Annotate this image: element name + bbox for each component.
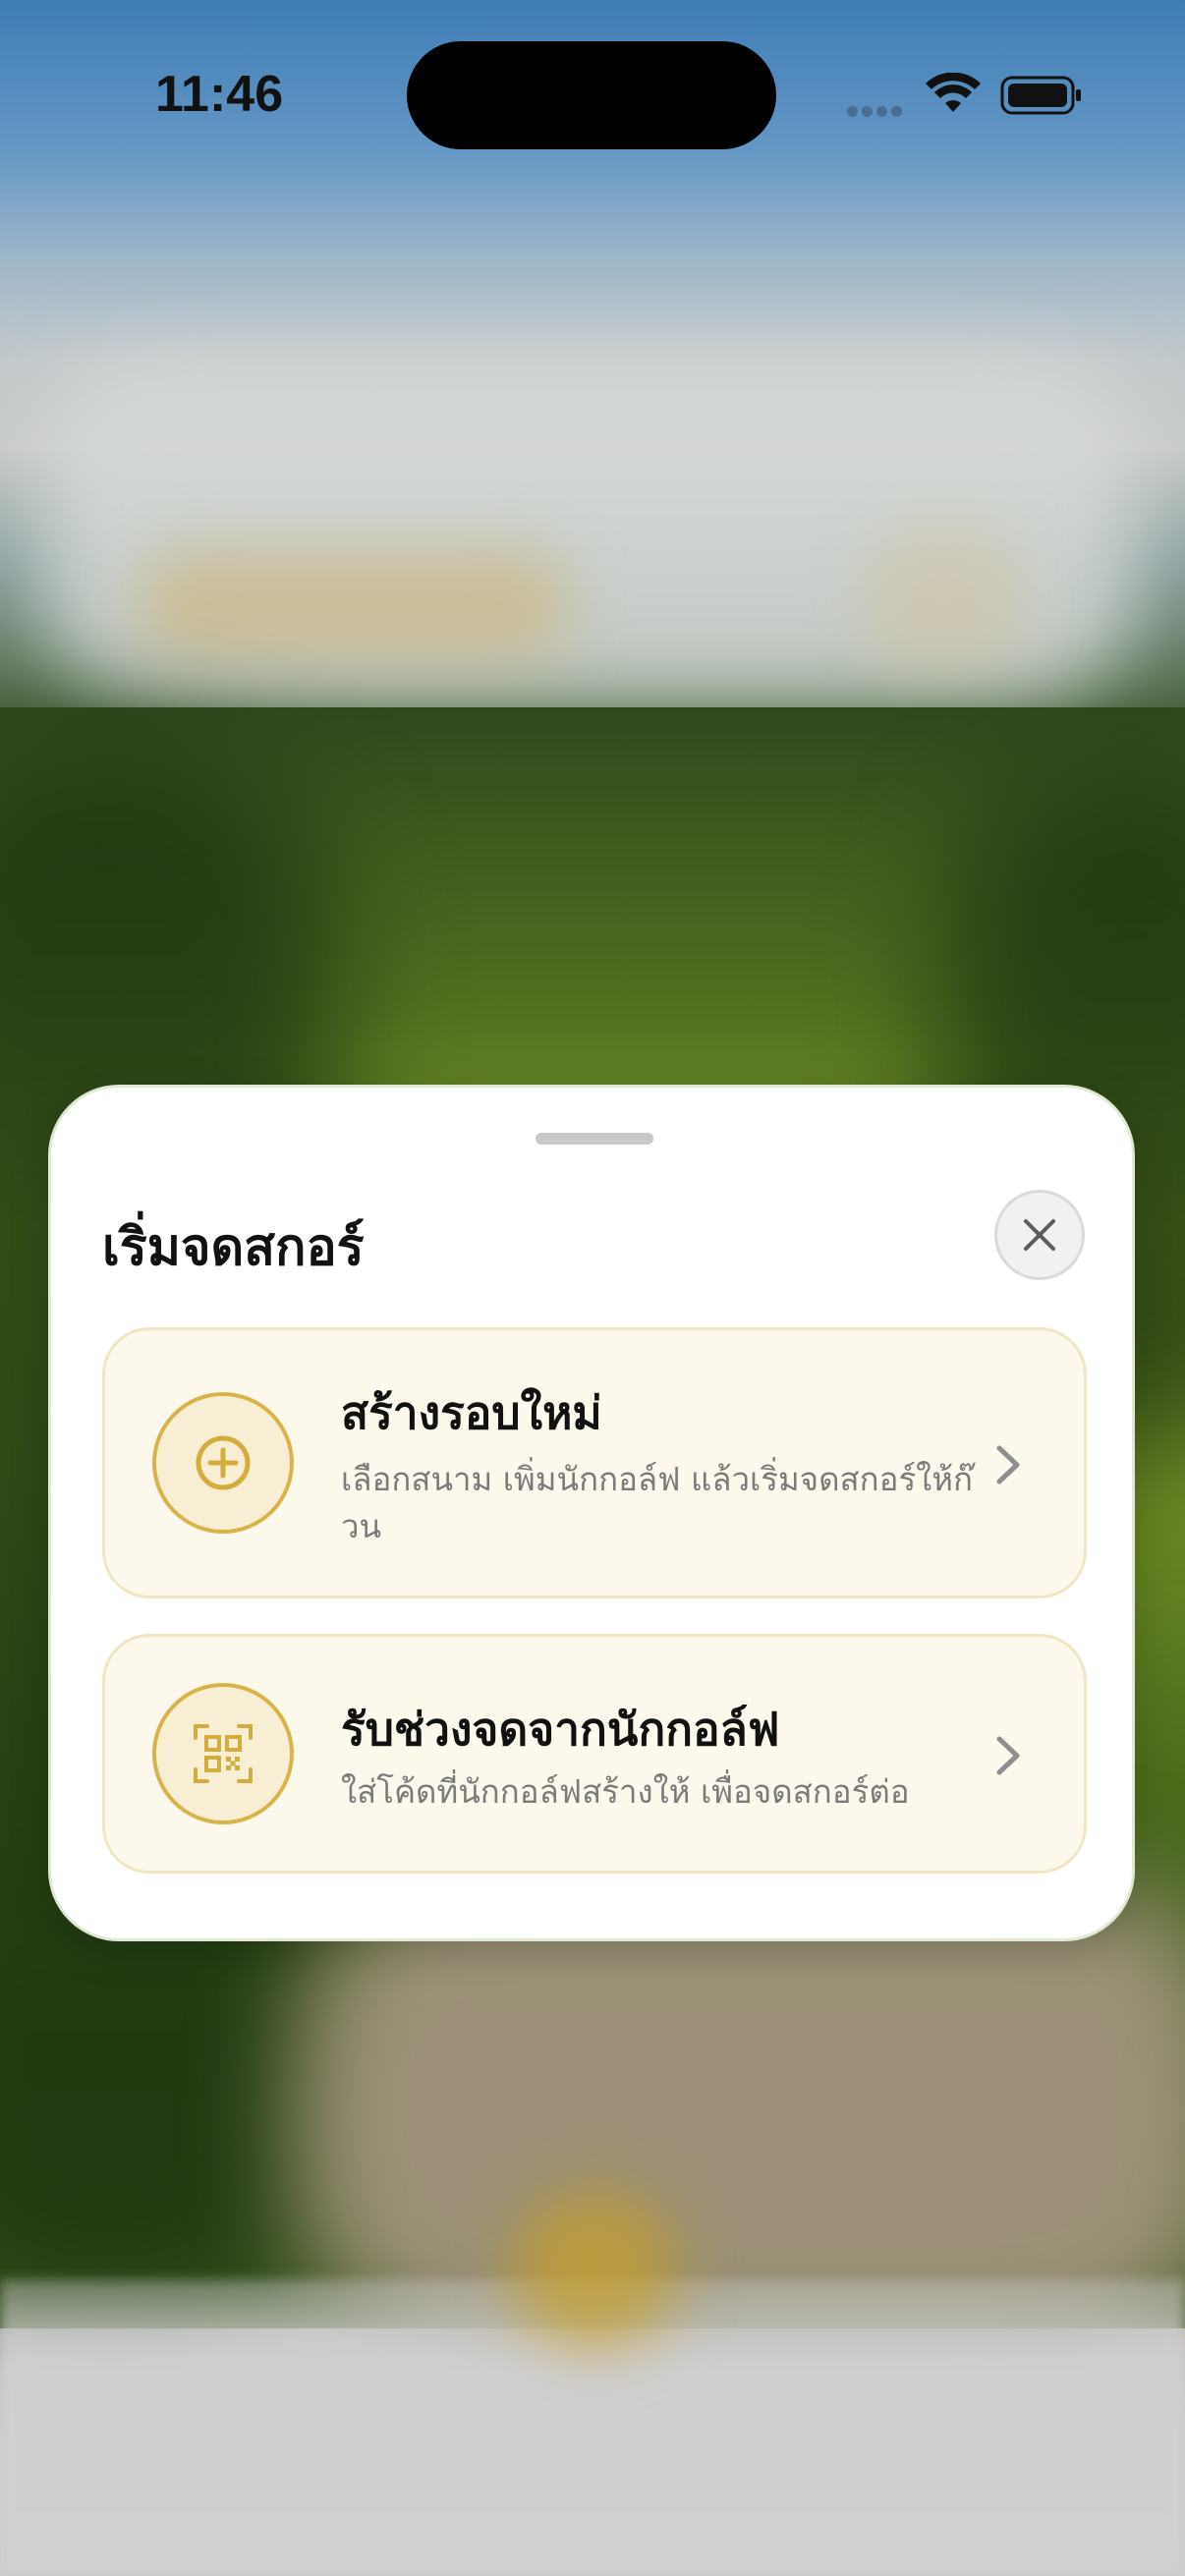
qr-code-icon xyxy=(152,1683,294,1824)
close-icon xyxy=(1024,1219,1055,1251)
create-new-round-option[interactable]: สร้างรอบใหม่ เลือกสนาม เพิ่มนักกอล์ฟ แล้… xyxy=(102,1327,1087,1598)
close-button[interactable] xyxy=(994,1190,1085,1280)
start-scoring-sheet: เริ่มจดสกอร์ สร้างรอบใหม่ เลือกสนาม เพิ่… xyxy=(48,1085,1135,1941)
option-description: ใส่โค้ดที่นักกอล์ฟสร้างให้ เพื่อจดสกอร์ต… xyxy=(341,1772,910,1811)
screen: 11:46 เริ่มจดสกอร์ สร้างรอบใหม่ เลือกสนา… xyxy=(0,0,1185,2576)
cellular-signal-icon xyxy=(847,102,908,117)
background-tab-center-button xyxy=(511,2191,678,2348)
chevron-right-icon xyxy=(996,1445,1020,1484)
option-title: รับช่วงจดจากนักกอล์ฟ xyxy=(341,1703,780,1756)
dynamic-island xyxy=(407,41,776,149)
chevron-right-icon xyxy=(996,1736,1020,1775)
option-title: สร้างรอบใหม่ xyxy=(341,1386,602,1439)
plus-circle-icon xyxy=(152,1392,294,1534)
background-blurred-button xyxy=(138,550,570,658)
sheet-grabber[interactable] xyxy=(536,1133,653,1145)
take-over-scoring-option[interactable]: รับช่วงจดจากนักกอล์ฟ ใส่โค้ดที่นักกอล์ฟส… xyxy=(102,1634,1087,1874)
status-time: 11:46 xyxy=(155,66,284,123)
background-blurred-badge xyxy=(865,531,1022,668)
wifi-icon xyxy=(926,73,981,112)
sheet-title: เริ่มจดสกอร์ xyxy=(102,1218,365,1277)
battery-icon xyxy=(1000,76,1081,115)
option-description: เลือกสนาม เพิ่มนักกอล์ฟ แล้วเริ่มจดสกอร์… xyxy=(341,1460,974,1545)
